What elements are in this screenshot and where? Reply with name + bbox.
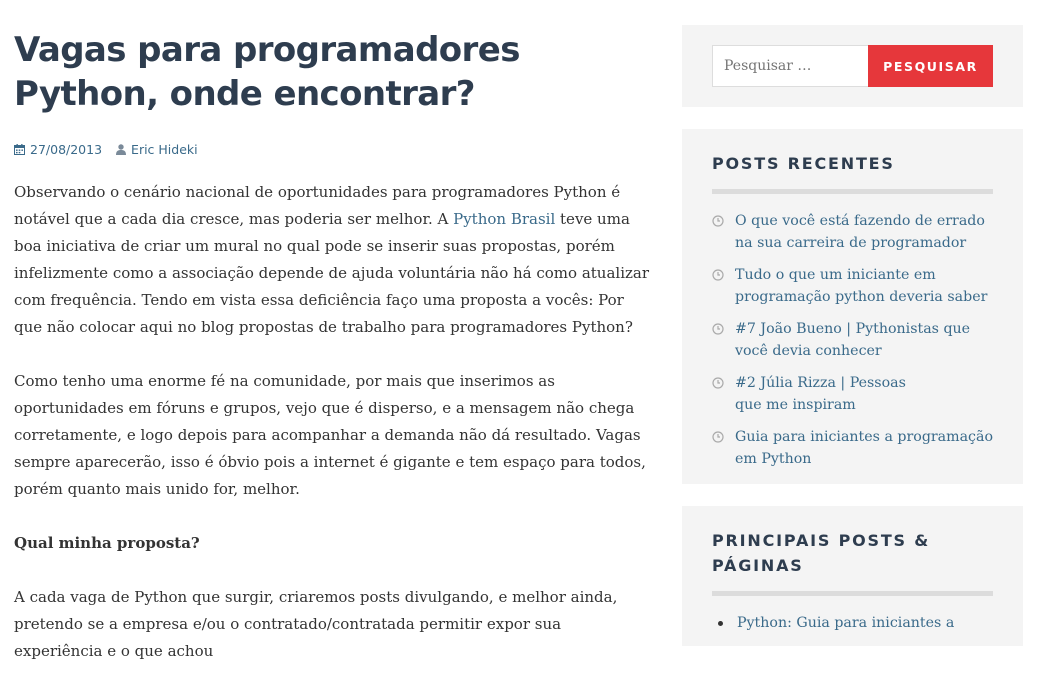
post-meta: 27/08/2013 Eric Hideki (14, 142, 654, 157)
paragraph-4: A cada vaga de Python que surgir, criare… (14, 588, 618, 660)
top-post-link[interactable]: Python: Guia para iniciantes a (737, 612, 954, 634)
section-heading: Qual minha proposta? (14, 534, 200, 552)
post-date[interactable]: 27/08/2013 (14, 142, 102, 157)
post-author[interactable]: Eric Hideki (116, 142, 198, 157)
main-content: Vagas para programadores Python, onde en… (14, 28, 654, 692)
clock-icon (712, 377, 724, 389)
paragraph-2: Como tenho uma enorme fé na comunidade, … (14, 372, 646, 498)
calendar-icon (14, 144, 25, 155)
list-item: Tudo o que um iniciante em programação p… (712, 264, 993, 308)
search-button[interactable]: PESQUISAR (868, 45, 993, 87)
paragraph-1: Observando o cenário nacional de oportun… (14, 183, 650, 336)
clock-icon (712, 215, 724, 227)
search-input[interactable] (712, 45, 868, 87)
list-item: #2 Júlia Rizza | Pessoas que me inspiram (712, 372, 993, 416)
search-widget: PESQUISAR (682, 25, 1023, 107)
post-author-text: Eric Hideki (131, 142, 198, 157)
search-form: PESQUISAR (712, 45, 993, 87)
bullet-icon (718, 621, 723, 626)
recent-posts-title: POSTS RECENTES (712, 154, 895, 173)
list-item: Guia para iniciantes a programação em Py… (712, 426, 993, 470)
clock-icon (712, 431, 724, 443)
list-item: O que você está fazendo de errado na sua… (712, 210, 993, 254)
recent-post-link[interactable]: #7 João Bueno | Pythonistas que você dev… (735, 318, 993, 362)
recent-post-link[interactable]: Tudo o que um iniciante em programação p… (735, 264, 993, 308)
top-posts-list: Python: Guia para iniciantes a (712, 612, 993, 634)
post-content: Observando o cenário nacional de oportun… (14, 179, 654, 665)
recent-post-link[interactable]: Guia para iniciantes a programação em Py… (735, 426, 993, 470)
post-title: Vagas para programadores Python, onde en… (14, 30, 520, 114)
top-posts-widget: PRINCIPAIS POSTS & PÁGINAS Python: Guia … (682, 506, 1023, 646)
title-divider (712, 189, 993, 194)
clock-icon (712, 323, 724, 335)
paragraph-3: Qual minha proposta? (14, 530, 654, 557)
recent-post-link[interactable]: #2 Júlia Rizza | Pessoas que me inspiram (735, 372, 935, 416)
sidebar: PESQUISAR POSTS RECENTES O que você está… (682, 25, 1023, 646)
user-icon (116, 144, 127, 155)
recent-post-link[interactable]: O que você está fazendo de errado na sua… (735, 210, 993, 254)
list-item: #7 João Bueno | Pythonistas que você dev… (712, 318, 993, 362)
recent-posts-list: O que você está fazendo de errado na sua… (712, 210, 993, 470)
title-divider (712, 591, 993, 596)
clock-icon (712, 269, 724, 281)
post-date-text: 27/08/2013 (30, 142, 103, 157)
list-item: Python: Guia para iniciantes a (712, 612, 993, 634)
recent-posts-widget: POSTS RECENTES O que você está fazendo d… (682, 129, 1023, 484)
top-posts-title: PRINCIPAIS POSTS & PÁGINAS (712, 531, 930, 575)
python-brasil-link[interactable]: Python Brasil (453, 210, 555, 228)
